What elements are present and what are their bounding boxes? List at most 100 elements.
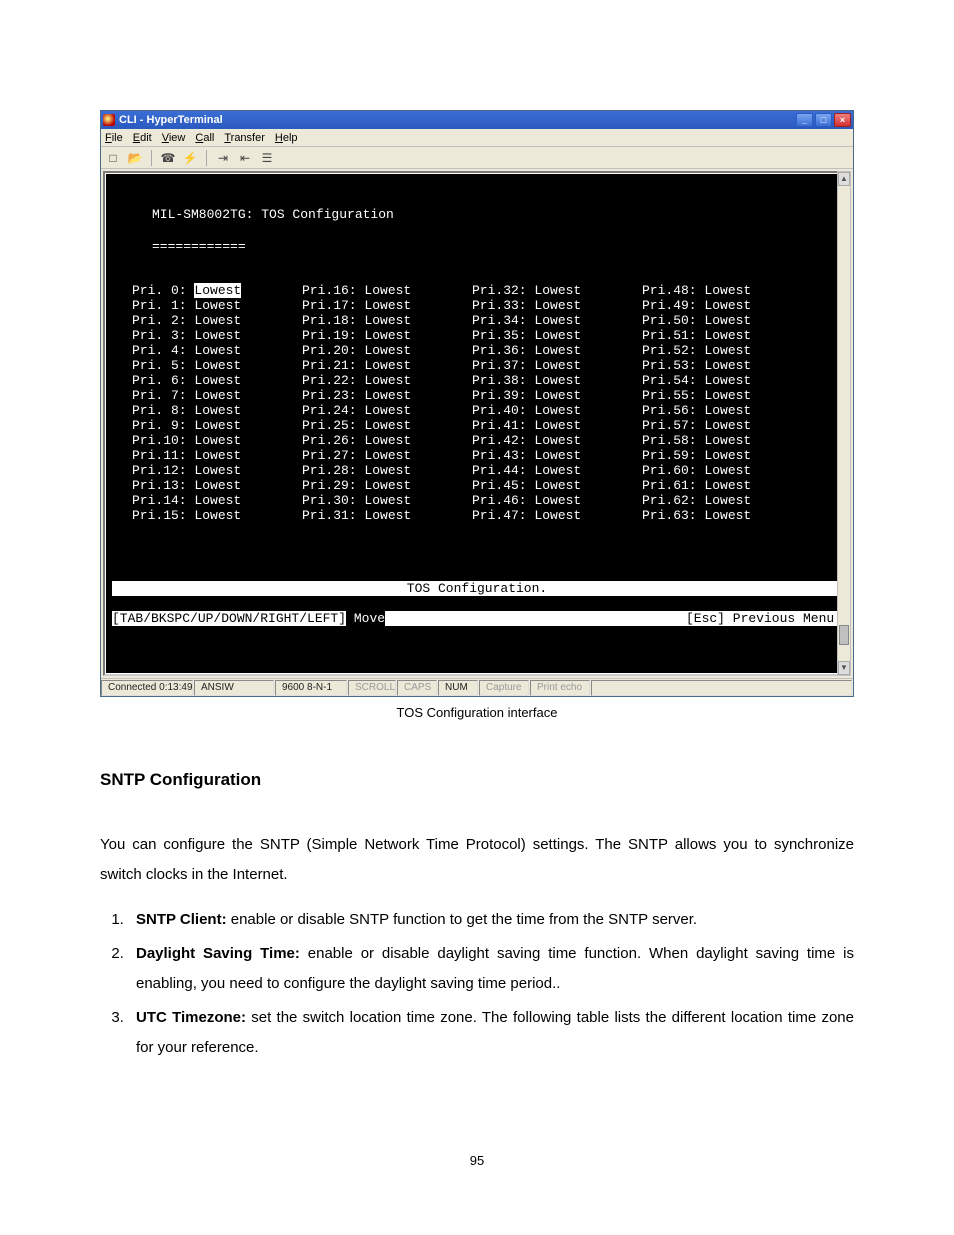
priority-row: Pri.21: Lowest bbox=[302, 358, 472, 373]
menu-call[interactable]: Call bbox=[195, 132, 214, 144]
numbered-list: SNTP Client: enable or disable SNTP func… bbox=[100, 905, 854, 1063]
priority-row: Pri.12: Lowest bbox=[132, 463, 302, 478]
priority-row: Pri.18: Lowest bbox=[302, 313, 472, 328]
section-heading: SNTP Configuration bbox=[100, 770, 854, 790]
priority-row: Pri. 5: Lowest bbox=[132, 358, 302, 373]
priority-row: Pri.55: Lowest bbox=[642, 388, 812, 403]
priority-row: Pri.13: Lowest bbox=[132, 478, 302, 493]
menu-transfer[interactable]: Transfer bbox=[224, 132, 265, 144]
close-button[interactable]: × bbox=[834, 113, 851, 127]
priority-row: Pri.30: Lowest bbox=[302, 493, 472, 508]
menu-help[interactable]: Help bbox=[275, 132, 298, 144]
toolbar-separator bbox=[206, 150, 207, 166]
menubar: File Edit View Call Transfer Help bbox=[101, 129, 853, 147]
priority-row: Pri. 3: Lowest bbox=[132, 328, 302, 343]
priority-row: Pri.15: Lowest bbox=[132, 508, 302, 523]
priority-row: Pri. 0: Lowest bbox=[132, 283, 302, 298]
menu-edit[interactable]: Edit bbox=[133, 132, 152, 144]
figure-caption: TOS Configuration interface bbox=[100, 705, 854, 720]
statusbar: Connected 0:13:49 ANSIW 9600 8-N-1 SCROL… bbox=[101, 678, 853, 696]
priority-row: Pri.32: Lowest bbox=[472, 283, 642, 298]
nav-hints: [TAB/BKSPC/UP/DOWN/RIGHT/LEFT] Move[Esc]… bbox=[112, 611, 842, 626]
priority-row: Pri.25: Lowest bbox=[302, 418, 472, 433]
new-icon[interactable]: □ bbox=[105, 150, 121, 166]
terminal-screen[interactable]: MIL-SM8002TG: TOS Configuration ========… bbox=[106, 174, 848, 673]
priority-row: Pri.17: Lowest bbox=[302, 298, 472, 313]
priority-row: Pri.54: Lowest bbox=[642, 373, 812, 388]
menu-file[interactable]: File bbox=[105, 132, 123, 144]
priority-row: Pri.45: Lowest bbox=[472, 478, 642, 493]
toolbar: □ 📂 ☎ ⚡ ⇥ ⇤ ☰ bbox=[101, 147, 853, 169]
nav-move: Move bbox=[346, 611, 385, 626]
priority-row: Pri.26: Lowest bbox=[302, 433, 472, 448]
priority-row: Pri.19: Lowest bbox=[302, 328, 472, 343]
priority-row: Pri.42: Lowest bbox=[472, 433, 642, 448]
priority-row: Pri.50: Lowest bbox=[642, 313, 812, 328]
priority-row: Pri.43: Lowest bbox=[472, 448, 642, 463]
priority-row: Pri. 4: Lowest bbox=[132, 343, 302, 358]
receive-icon[interactable]: ⇤ bbox=[237, 150, 253, 166]
priority-row: Pri.10: Lowest bbox=[132, 433, 302, 448]
priority-row: Pri.57: Lowest bbox=[642, 418, 812, 433]
priority-table: Pri. 0: LowestPri. 1: LowestPri. 2: Lowe… bbox=[132, 283, 842, 523]
priority-row: Pri. 9: Lowest bbox=[132, 418, 302, 433]
toolbar-separator bbox=[151, 150, 152, 166]
list-item: SNTP Client: enable or disable SNTP func… bbox=[128, 905, 854, 935]
priority-row: Pri.16: Lowest bbox=[302, 283, 472, 298]
app-icon bbox=[103, 114, 115, 126]
properties-icon[interactable]: ☰ bbox=[259, 150, 275, 166]
priority-row: Pri.14: Lowest bbox=[132, 493, 302, 508]
scroll-down-icon[interactable]: ▼ bbox=[838, 661, 850, 675]
disconnect-icon[interactable]: ⚡ bbox=[182, 150, 198, 166]
priority-row: Pri.36: Lowest bbox=[472, 343, 642, 358]
menu-view[interactable]: View bbox=[162, 132, 186, 144]
priority-row: Pri.28: Lowest bbox=[302, 463, 472, 478]
vertical-scrollbar[interactable]: ▲ ▼ bbox=[837, 171, 851, 676]
priority-row: Pri.37: Lowest bbox=[472, 358, 642, 373]
priority-row: Pri.34: Lowest bbox=[472, 313, 642, 328]
list-item: UTC Timezone: set the switch location ti… bbox=[128, 1003, 854, 1063]
status-emulation: ANSIW bbox=[194, 680, 274, 696]
priority-row: Pri.62: Lowest bbox=[642, 493, 812, 508]
priority-row: Pri. 8: Lowest bbox=[132, 403, 302, 418]
priority-row: Pri.46: Lowest bbox=[472, 493, 642, 508]
priority-row: Pri.51: Lowest bbox=[642, 328, 812, 343]
priority-row: Pri.41: Lowest bbox=[472, 418, 642, 433]
priority-row: Pri.61: Lowest bbox=[642, 478, 812, 493]
priority-row: Pri.22: Lowest bbox=[302, 373, 472, 388]
priority-row: Pri.58: Lowest bbox=[642, 433, 812, 448]
open-icon[interactable]: 📂 bbox=[127, 150, 143, 166]
priority-row: Pri.23: Lowest bbox=[302, 388, 472, 403]
priority-row: Pri.20: Lowest bbox=[302, 343, 472, 358]
priority-row: Pri.52: Lowest bbox=[642, 343, 812, 358]
hyperterminal-window: CLI - HyperTerminal _ □ × File Edit View… bbox=[100, 110, 854, 697]
list-item: Daylight Saving Time: enable or disable … bbox=[128, 939, 854, 999]
priority-row: Pri. 2: Lowest bbox=[132, 313, 302, 328]
intro-paragraph: You can configure the SNTP (Simple Netwo… bbox=[100, 830, 854, 890]
minimize-button[interactable]: _ bbox=[796, 113, 813, 127]
priority-row: Pri. 6: Lowest bbox=[132, 373, 302, 388]
priority-row: Pri.39: Lowest bbox=[472, 388, 642, 403]
priority-row: Pri.11: Lowest bbox=[132, 448, 302, 463]
priority-row: Pri.63: Lowest bbox=[642, 508, 812, 523]
titlebar[interactable]: CLI - HyperTerminal _ □ × bbox=[101, 111, 853, 129]
status-port: 9600 8-N-1 bbox=[275, 680, 347, 696]
scroll-up-icon[interactable]: ▲ bbox=[838, 172, 850, 186]
terminal-container: MIL-SM8002TG: TOS Configuration ========… bbox=[101, 169, 853, 678]
status-num: NUM bbox=[438, 680, 478, 696]
page-number: 95 bbox=[100, 1153, 854, 1168]
footer-title: TOS Configuration. bbox=[112, 581, 842, 596]
priority-row: Pri.35: Lowest bbox=[472, 328, 642, 343]
call-icon[interactable]: ☎ bbox=[160, 150, 176, 166]
status-printecho: Print echo bbox=[530, 680, 590, 696]
send-icon[interactable]: ⇥ bbox=[215, 150, 231, 166]
priority-row: Pri.33: Lowest bbox=[472, 298, 642, 313]
priority-row: Pri.60: Lowest bbox=[642, 463, 812, 478]
status-connected: Connected 0:13:49 bbox=[101, 680, 193, 696]
priority-row: Pri.49: Lowest bbox=[642, 298, 812, 313]
scroll-thumb[interactable] bbox=[839, 625, 849, 645]
status-scroll: SCROLL bbox=[348, 680, 396, 696]
maximize-button[interactable]: □ bbox=[815, 113, 832, 127]
priority-row: Pri.59: Lowest bbox=[642, 448, 812, 463]
priority-row: Pri.47: Lowest bbox=[472, 508, 642, 523]
